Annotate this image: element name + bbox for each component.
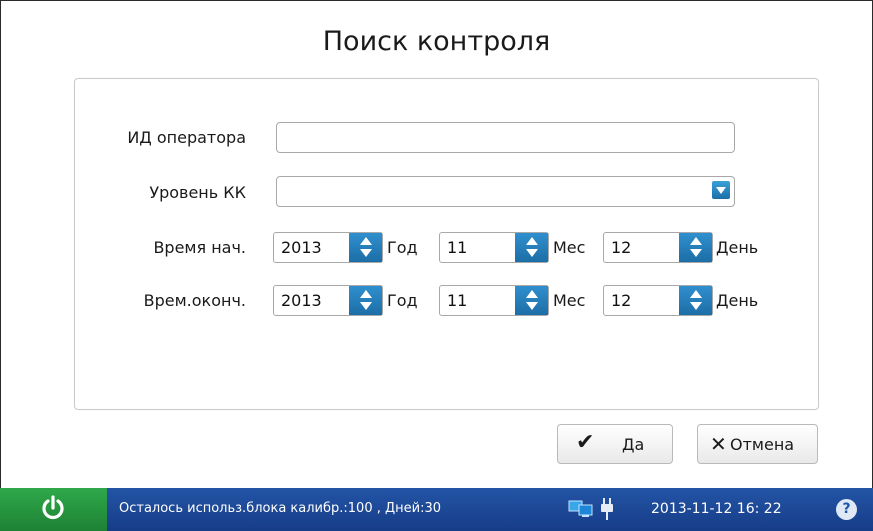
plug-icon (601, 498, 613, 520)
end-month-unit: Мес (553, 291, 586, 310)
start-year-arrows[interactable] (349, 233, 382, 262)
end-day-spinner[interactable]: 12 (603, 285, 713, 316)
start-day-value: 12 (611, 238, 632, 257)
close-icon: ✕ (710, 432, 727, 456)
qc-level-select[interactable] (276, 176, 735, 207)
start-year-value: 2013 (281, 238, 322, 257)
arrow-up-icon[interactable] (690, 237, 702, 245)
end-year-value: 2013 (281, 291, 322, 310)
arrow-up-icon[interactable] (690, 290, 702, 298)
operator-id-input[interactable] (276, 122, 735, 153)
end-year-arrows[interactable] (349, 286, 382, 315)
power-icon (42, 495, 64, 520)
arrow-down-icon[interactable] (526, 249, 538, 257)
start-day-unit: День (716, 238, 759, 257)
end-month-spinner[interactable]: 11 (439, 285, 549, 316)
start-year-unit: Год (387, 238, 418, 257)
arrow-up-icon[interactable] (360, 237, 372, 245)
arrow-down-icon[interactable] (360, 249, 372, 257)
start-month-unit: Мес (553, 238, 586, 257)
status-datetime: 2013-11-12 16: 22 (651, 501, 782, 517)
arrow-down-icon[interactable] (690, 249, 702, 257)
operator-id-label: ИД оператора (127, 128, 246, 147)
calibration-status-text: Осталось использ.блока калибр.:100 , Дне… (119, 501, 442, 516)
ok-button-label: Да (622, 435, 645, 454)
status-bar: Осталось использ.блока калибр.:100 , Дне… (0, 488, 873, 531)
cancel-button-label: Отмена (730, 435, 795, 454)
arrow-up-icon[interactable] (526, 237, 538, 245)
start-time-label: Время нач. (153, 238, 246, 257)
help-icon[interactable]: ? (836, 499, 857, 520)
start-year-spinner[interactable]: 2013 (273, 232, 383, 263)
network-icon (568, 500, 593, 517)
end-month-value: 11 (447, 291, 468, 310)
end-day-unit: День (716, 291, 759, 310)
end-day-arrows[interactable] (679, 286, 712, 315)
arrow-down-icon[interactable] (360, 302, 372, 310)
end-year-spinner[interactable]: 2013 (273, 285, 383, 316)
chevron-down-icon[interactable] (712, 181, 730, 199)
check-icon: ✔ (576, 430, 595, 455)
arrow-down-icon[interactable] (526, 302, 538, 310)
power-button[interactable] (0, 488, 107, 531)
start-month-value: 11 (447, 238, 468, 257)
end-day-value: 12 (611, 291, 632, 310)
start-day-arrows[interactable] (679, 233, 712, 262)
end-year-unit: Год (387, 291, 418, 310)
start-day-spinner[interactable]: 12 (603, 232, 713, 263)
start-month-spinner[interactable]: 11 (439, 232, 549, 263)
arrow-down-icon[interactable] (690, 302, 702, 310)
cancel-button[interactable]: ✕ Отмена (697, 424, 818, 464)
end-month-arrows[interactable] (515, 286, 548, 315)
arrow-up-icon[interactable] (360, 290, 372, 298)
arrow-up-icon[interactable] (526, 290, 538, 298)
start-month-arrows[interactable] (515, 233, 548, 262)
end-time-label: Врем.оконч. (143, 291, 246, 310)
ok-button[interactable]: ✔ Да (557, 424, 673, 464)
qc-level-label: Уровень КК (149, 183, 246, 202)
page-title: Поиск контроля (322, 26, 551, 57)
